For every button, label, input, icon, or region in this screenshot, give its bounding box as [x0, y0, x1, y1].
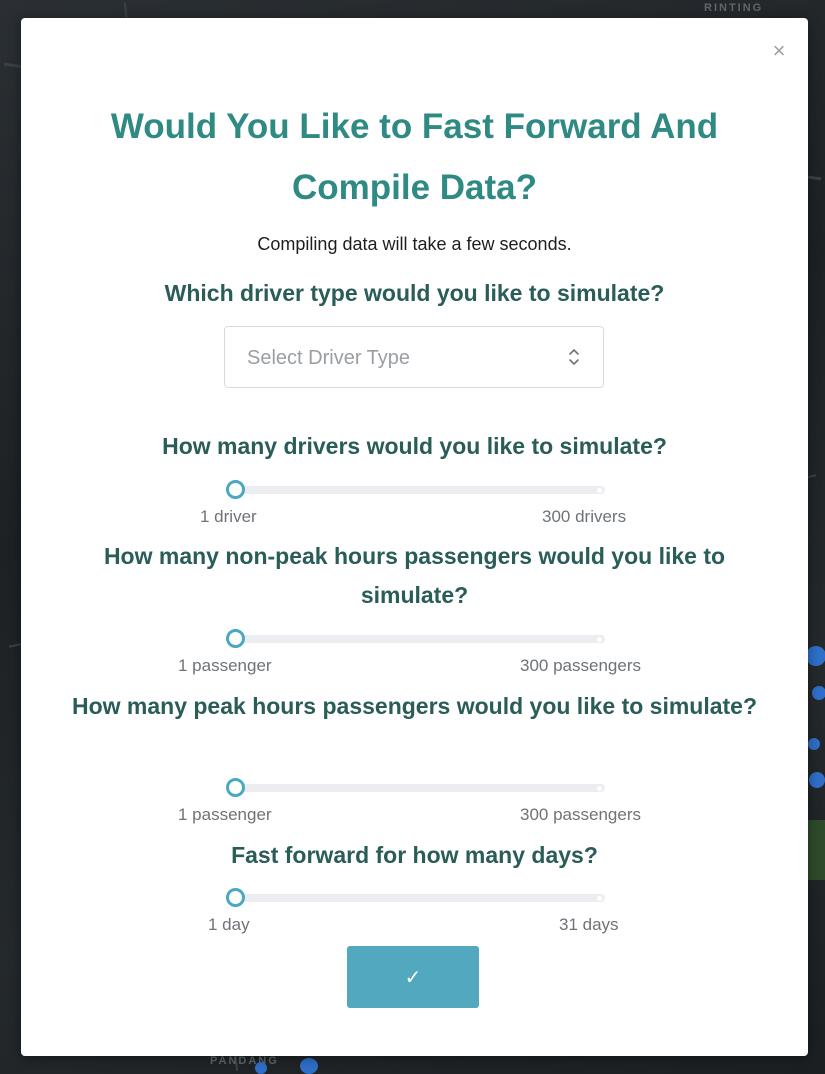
peak-min-label: 1 passenger: [178, 805, 272, 824]
slider-thumb[interactable]: [226, 629, 245, 648]
checkmark-icon: ✓: [404, 967, 422, 989]
close-icon[interactable]: ×: [770, 40, 788, 62]
submit-button[interactable]: ✓: [347, 946, 479, 1008]
slider-track: [233, 486, 605, 494]
slider-thumb[interactable]: [226, 888, 245, 907]
drivers-question: How many drivers would you like to simul…: [162, 433, 667, 459]
days-slider[interactable]: [226, 888, 605, 907]
modal-subtitle: Compiling data will take a few seconds.: [257, 234, 572, 254]
peak-slider[interactable]: [226, 778, 605, 797]
peak-question: How many peak hours passengers would you…: [71, 693, 758, 719]
driver-type-placeholder: Select Driver Type: [247, 347, 411, 369]
slider-track-end: [597, 637, 602, 642]
slider-track-end: [597, 786, 602, 791]
drivers-slider[interactable]: [226, 480, 605, 499]
nonpeak-question: How many non-peak hours passengers would…: [103, 543, 726, 608]
slider-track-end: [597, 488, 602, 493]
days-question: Fast forward for how many days?: [231, 842, 598, 868]
nonpeak-max-label: 300 passengers: [520, 656, 641, 675]
slider-track: [233, 894, 605, 902]
driver-type-question: Which driver type would you like to simu…: [164, 280, 665, 306]
peak-max-label: 300 passengers: [520, 805, 641, 824]
slider-track: [233, 784, 605, 792]
days-max-label: 31 days: [559, 915, 619, 934]
nonpeak-min-label: 1 passenger: [178, 656, 272, 675]
slider-thumb[interactable]: [226, 480, 245, 499]
drivers-max-label: 300 drivers: [542, 507, 627, 526]
modal-title: Would You Like to Fast Forward And Compi…: [110, 107, 719, 207]
slider-track: [233, 635, 605, 643]
map-label: PANDANG: [210, 1055, 279, 1067]
slider-thumb[interactable]: [226, 778, 245, 797]
chevron-up-down-icon: [569, 349, 579, 365]
map-label: RINTING: [704, 2, 764, 14]
fast-forward-modal: × Would You Like to Fast Forward And Com…: [21, 18, 808, 1056]
days-min-label: 1 day: [208, 915, 250, 934]
nonpeak-slider[interactable]: [226, 629, 605, 648]
drivers-min-label: 1 driver: [200, 507, 257, 526]
driver-type-select[interactable]: Select Driver Type: [224, 326, 604, 388]
slider-track-end: [597, 896, 602, 901]
